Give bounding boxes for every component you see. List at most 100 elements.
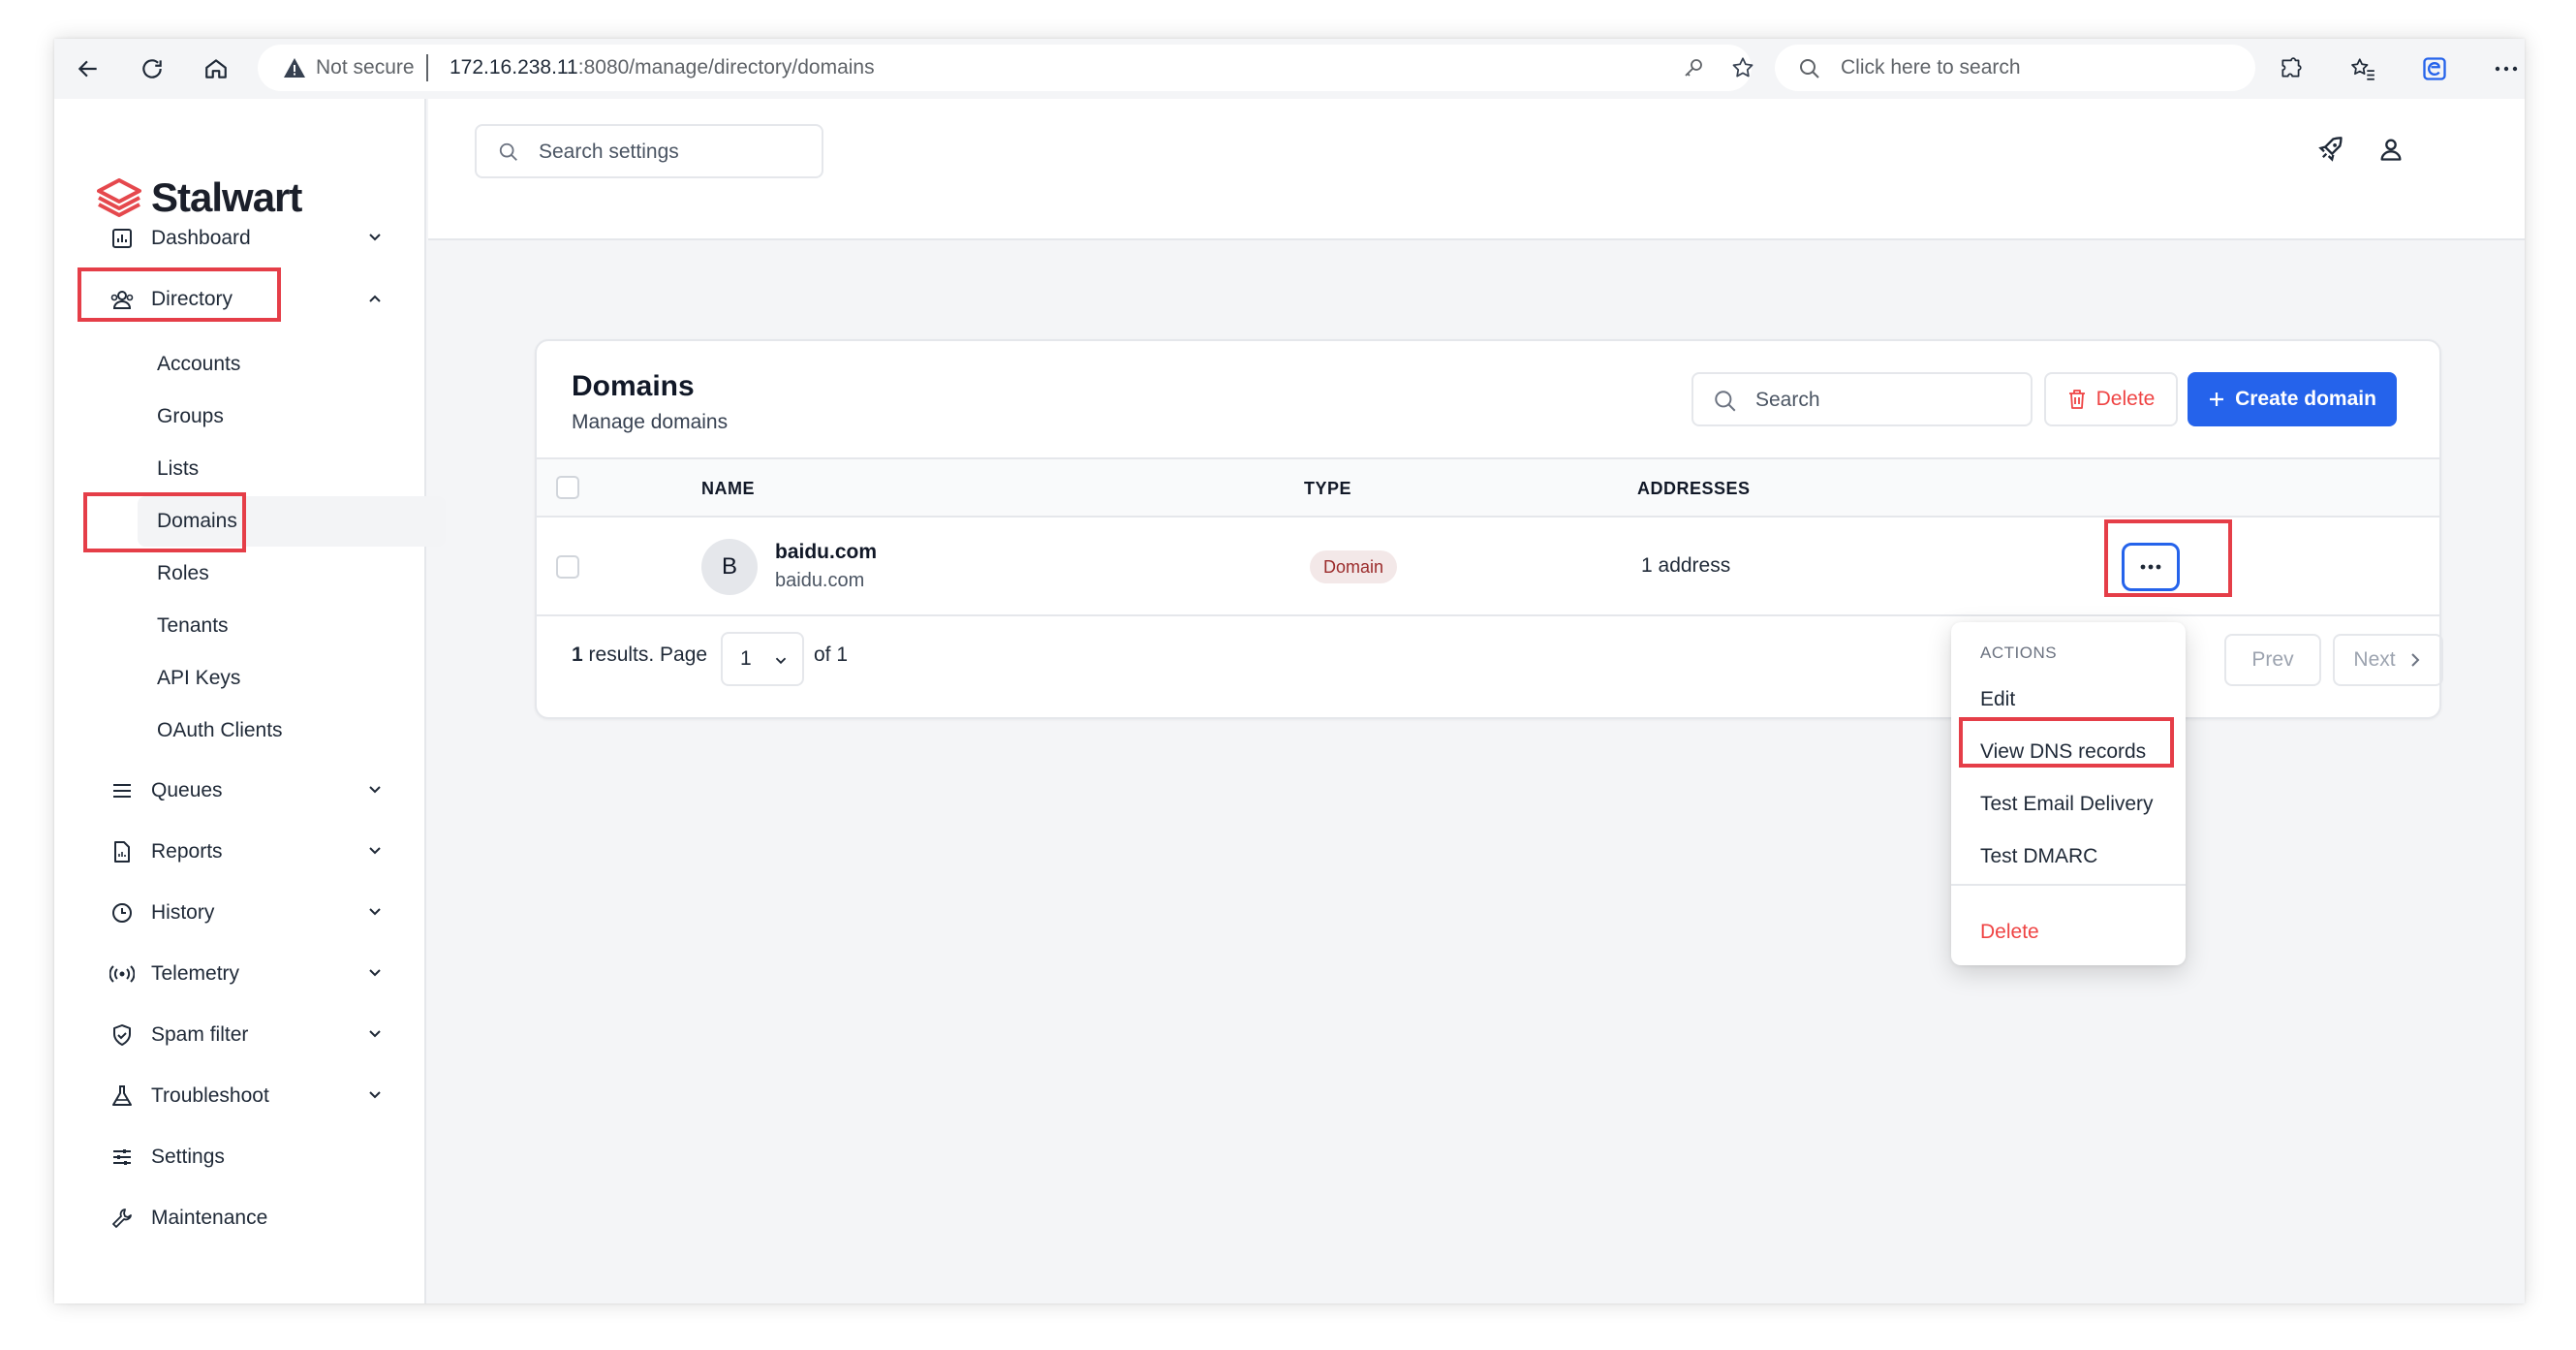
brand-logo[interactable]: Stalwart <box>97 174 302 221</box>
chevron-right-icon <box>2410 653 2420 667</box>
nav-dashboard[interactable]: Dashboard <box>97 215 397 262</box>
domain-subtitle: baidu.com <box>775 570 865 591</box>
column-header-type[interactable]: TYPE <box>1304 479 1351 499</box>
prev-label: Prev <box>2251 648 2294 671</box>
favorites-icon[interactable] <box>2346 52 2379 85</box>
nav-label: Reports <box>151 840 223 863</box>
browser-window: Not secure 172.16.238.11:8080/manage/dir… <box>54 39 2525 1303</box>
chevron-down-icon[interactable] <box>364 1023 386 1050</box>
url-text[interactable]: 172.16.238.11:8080/manage/directory/doma… <box>450 56 875 79</box>
results-text: results. Page <box>588 644 708 666</box>
browser-search-box[interactable]: Click here to search <box>1775 45 2255 91</box>
sidebar-item-tenants[interactable]: Tenants <box>138 601 446 651</box>
prev-page-button[interactable]: Prev <box>2224 634 2321 686</box>
row-checkbox[interactable] <box>556 555 579 579</box>
nav-label: Settings <box>151 1146 225 1168</box>
url-host: 172.16.238.11 <box>450 56 578 78</box>
menu-divider <box>1951 884 2186 886</box>
trash-icon <box>2068 390 2085 409</box>
nav-label: Spam filter <box>151 1023 249 1046</box>
url-path: :8080/manage/directory/domains <box>577 56 875 78</box>
extensions-icon[interactable] <box>2275 52 2308 85</box>
back-icon[interactable] <box>72 52 105 85</box>
sidebar-item-api-keys[interactable]: API Keys <box>138 653 446 704</box>
menu-item-test-dmarc[interactable]: Test DMARC <box>1980 845 2097 868</box>
user-icon[interactable] <box>2377 136 2405 168</box>
chevron-up-icon[interactable] <box>364 288 386 314</box>
rocket-icon[interactable] <box>2317 136 2344 168</box>
nav-settings[interactable]: Settings <box>97 1134 397 1180</box>
page-select[interactable]: 1 <box>721 632 804 686</box>
sidebar-item-lists[interactable]: Lists <box>138 444 446 494</box>
nav-history[interactable]: History <box>97 890 397 936</box>
chevron-down-icon[interactable] <box>364 779 386 805</box>
nav-reports[interactable]: Reports <box>97 829 397 875</box>
brand-name: Stalwart <box>151 174 302 220</box>
nav-troubleshoot[interactable]: Troubleshoot <box>97 1073 397 1119</box>
search-icon <box>1798 57 1821 85</box>
sidebar: Stalwart Dashboard Directory Accounts Gr… <box>54 99 446 1303</box>
nav-telemetry[interactable]: Telemetry <box>97 951 397 997</box>
app-header: Search settings <box>428 99 2525 240</box>
column-header-addresses[interactable]: ADDRESSES <box>1637 479 1751 499</box>
create-domain-label: Create domain <box>2235 388 2376 410</box>
more-options-icon[interactable] <box>2490 52 2523 85</box>
warning-icon[interactable] <box>283 57 306 83</box>
dashboard-icon <box>107 223 138 254</box>
chevron-down-icon[interactable] <box>364 962 386 989</box>
sidebar-item-domains[interactable]: Domains <box>138 496 446 547</box>
chevron-down-icon[interactable] <box>364 840 386 866</box>
refresh-icon[interactable] <box>136 52 169 85</box>
sidebar-item-oauth-clients[interactable]: OAuth Clients <box>138 706 446 756</box>
chevron-down-icon[interactable] <box>364 901 386 927</box>
browser-toolbar: Not secure 172.16.238.11:8080/manage/dir… <box>54 39 2525 99</box>
key-icon[interactable] <box>1682 56 1705 84</box>
document-icon <box>107 836 138 867</box>
delete-button[interactable]: Delete <box>2044 372 2178 426</box>
browser-search-placeholder: Click here to search <box>1841 56 2021 78</box>
domain-name[interactable]: baidu.com <box>775 541 877 564</box>
settings-search-input[interactable]: Search settings <box>475 124 823 178</box>
sliders-icon <box>107 1142 138 1173</box>
sidebar-item-accounts[interactable]: Accounts <box>138 339 446 390</box>
nav-label: Dashboard <box>151 227 251 249</box>
chevron-down-icon[interactable] <box>364 1084 386 1111</box>
settings-search-placeholder: Search settings <box>539 141 679 163</box>
users-icon <box>107 284 138 315</box>
nav-maintenance[interactable]: Maintenance <box>97 1195 397 1241</box>
nav-queues[interactable]: Queues <box>97 768 397 814</box>
ellipsis-icon <box>2140 564 2161 570</box>
table-search-input[interactable]: Search <box>1691 372 2033 426</box>
results-summary: 1 results. Page <box>572 644 707 667</box>
menu-item-test-email-delivery[interactable]: Test Email Delivery <box>1980 793 2154 816</box>
table-row[interactable]: B baidu.com baidu.com Domain 1 address <box>537 518 2439 616</box>
create-domain-button[interactable]: Create domain <box>2188 372 2397 426</box>
sidebar-item-groups[interactable]: Groups <box>138 392 446 442</box>
chevron-down-icon[interactable] <box>364 227 386 253</box>
delete-label: Delete <box>2095 388 2156 410</box>
nav-label: Directory <box>151 288 233 310</box>
nav-directory[interactable]: Directory <box>97 276 397 323</box>
home-icon[interactable] <box>200 52 233 85</box>
nav-label: Maintenance <box>151 1207 268 1229</box>
menu-item-view-dns-records[interactable]: View DNS records <box>1980 740 2146 764</box>
edge-collections-icon[interactable] <box>2418 52 2451 85</box>
next-label: Next <box>2353 648 2396 671</box>
next-page-button[interactable]: Next <box>2333 634 2443 686</box>
nav-spam-filter[interactable]: Spam filter <box>97 1012 397 1058</box>
address-divider <box>426 54 428 81</box>
row-actions-menu: ACTIONS Edit View DNS records Test Email… <box>1951 622 2186 965</box>
sidebar-item-roles[interactable]: Roles <box>138 549 446 599</box>
flask-icon <box>107 1081 138 1112</box>
menu-item-delete[interactable]: Delete <box>1980 921 2039 944</box>
address-bar[interactable]: Not secure 172.16.238.11:8080/manage/dir… <box>258 45 1755 91</box>
page-subtitle: Manage domains <box>572 411 729 433</box>
select-all-checkbox[interactable] <box>556 476 579 499</box>
row-actions-button[interactable] <box>2122 543 2180 591</box>
menu-item-edit[interactable]: Edit <box>1980 688 2015 711</box>
shield-icon <box>107 1020 138 1051</box>
column-header-name[interactable]: NAME <box>701 479 755 499</box>
security-label[interactable]: Not secure <box>316 56 415 79</box>
table-search-placeholder: Search <box>1755 389 1820 411</box>
favorite-star-icon[interactable] <box>1730 55 1755 85</box>
